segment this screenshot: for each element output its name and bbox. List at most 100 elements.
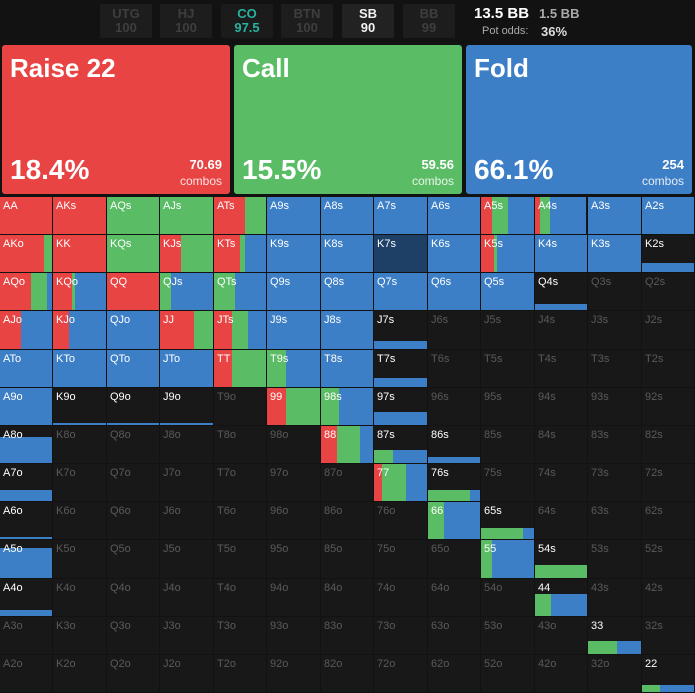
hand-cell-JTo[interactable]: JTo [160, 350, 213, 387]
hand-cell-A9s[interactable]: A9s [267, 197, 320, 234]
hand-cell-Q5s[interactable]: Q5s [481, 273, 534, 310]
hand-cell-66[interactable]: 66 [428, 502, 480, 539]
hand-cell-93s[interactable]: 93s [588, 388, 641, 425]
hand-cell-84o[interactable]: 84o [321, 579, 373, 616]
hand-cell-KTs[interactable]: KTs [214, 235, 266, 272]
hand-cell-K6s[interactable]: K6s [428, 235, 480, 272]
hand-cell-TT[interactable]: TT [214, 350, 266, 387]
hand-cell-K5o[interactable]: K5o [53, 540, 106, 578]
hand-cell-K3s[interactable]: K3s [588, 235, 641, 272]
hand-cell-T5o[interactable]: T5o [214, 540, 266, 578]
hand-cell-73o[interactable]: 73o [374, 617, 427, 654]
hand-cell-T3s[interactable]: T3s [588, 350, 641, 387]
hand-cell-98s[interactable]: 98s [321, 388, 373, 425]
hand-cell-43o[interactable]: 43o [535, 617, 587, 654]
hand-cell-96o[interactable]: 96o [267, 502, 320, 539]
hand-cell-77[interactable]: 77 [374, 464, 427, 501]
hand-cell-J9s[interactable]: J9s [267, 311, 320, 349]
hand-cell-86s[interactable]: 86s [428, 426, 480, 463]
hand-cell-43s[interactable]: 43s [588, 579, 641, 616]
hand-cell-T3o[interactable]: T3o [214, 617, 266, 654]
hand-cell-KTo[interactable]: KTo [53, 350, 106, 387]
hand-cell-QTs[interactable]: QTs [214, 273, 266, 310]
hand-cell-Q3s[interactable]: Q3s [588, 273, 641, 310]
hand-cell-A5s[interactable]: A5s [481, 197, 534, 234]
hand-cell-22[interactable]: 22 [642, 655, 694, 692]
hand-cell-Q3o[interactable]: Q3o [107, 617, 159, 654]
hand-cell-J7o[interactable]: J7o [160, 464, 213, 501]
hand-cell-KJo[interactable]: KJo [53, 311, 106, 349]
hand-cell-T4s[interactable]: T4s [535, 350, 587, 387]
hand-cell-Q4o[interactable]: Q4o [107, 579, 159, 616]
hand-cell-42s[interactable]: 42s [642, 579, 694, 616]
hand-cell-92o[interactable]: 92o [267, 655, 320, 692]
hand-cell-64s[interactable]: 64s [535, 502, 587, 539]
hand-cell-75o[interactable]: 75o [374, 540, 427, 578]
hand-cell-A6s[interactable]: A6s [428, 197, 480, 234]
hand-cell-K8o[interactable]: K8o [53, 426, 106, 463]
hand-cell-K9s[interactable]: K9s [267, 235, 320, 272]
hand-cell-Q2s[interactable]: Q2s [642, 273, 694, 310]
hand-cell-83s[interactable]: 83s [588, 426, 641, 463]
hand-cell-AQs[interactable]: AQs [107, 197, 159, 234]
hand-cell-53o[interactable]: 53o [481, 617, 534, 654]
hand-cell-AJo[interactable]: AJo [0, 311, 52, 349]
hand-cell-97s[interactable]: 97s [374, 388, 427, 425]
hand-cell-J9o[interactable]: J9o [160, 388, 213, 425]
hand-cell-J8o[interactable]: J8o [160, 426, 213, 463]
position-bb[interactable]: BB 99 [403, 4, 455, 38]
hand-cell-J3o[interactable]: J3o [160, 617, 213, 654]
hand-cell-K2s[interactable]: K2s [642, 235, 694, 272]
hand-cell-52o[interactable]: 52o [481, 655, 534, 692]
hand-cell-K8s[interactable]: K8s [321, 235, 373, 272]
hand-cell-KQs[interactable]: KQs [107, 235, 159, 272]
hand-cell-Q5o[interactable]: Q5o [107, 540, 159, 578]
hand-cell-88[interactable]: 88 [321, 426, 373, 463]
hand-cell-98o[interactable]: 98o [267, 426, 320, 463]
hand-cell-83o[interactable]: 83o [321, 617, 373, 654]
hand-cell-Q8s[interactable]: Q8s [321, 273, 373, 310]
hand-cell-Q4s[interactable]: Q4s [535, 273, 587, 310]
position-utg[interactable]: UTG 100 [100, 4, 152, 38]
hand-cell-K2o[interactable]: K2o [53, 655, 106, 692]
hand-cell-A4o[interactable]: A4o [0, 579, 52, 616]
hand-cell-85o[interactable]: 85o [321, 540, 373, 578]
hand-cell-62s[interactable]: 62s [642, 502, 694, 539]
hand-cell-AQo[interactable]: AQo [0, 273, 52, 310]
hand-cell-76s[interactable]: 76s [428, 464, 480, 501]
hand-cell-AKo[interactable]: AKo [0, 235, 52, 272]
hand-cell-87s[interactable]: 87s [374, 426, 427, 463]
hand-cell-K7o[interactable]: K7o [53, 464, 106, 501]
hand-cell-76o[interactable]: 76o [374, 502, 427, 539]
hand-cell-65o[interactable]: 65o [428, 540, 480, 578]
hand-cell-KJs[interactable]: KJs [160, 235, 213, 272]
action-raise[interactable]: Raise 22 18.4% 70.69 combos [2, 45, 230, 194]
hand-cell-JJ[interactable]: JJ [160, 311, 213, 349]
hand-cell-Q2o[interactable]: Q2o [107, 655, 159, 692]
hand-cell-J7s[interactable]: J7s [374, 311, 427, 349]
hand-cell-J2s[interactable]: J2s [642, 311, 694, 349]
hand-cell-A3s[interactable]: A3s [588, 197, 641, 234]
position-btn[interactable]: BTN 100 [281, 4, 333, 38]
hand-cell-T2o[interactable]: T2o [214, 655, 266, 692]
hand-cell-T8o[interactable]: T8o [214, 426, 266, 463]
hand-cell-K5s[interactable]: K5s [481, 235, 534, 272]
hand-cell-72o[interactable]: 72o [374, 655, 427, 692]
hand-cell-84s[interactable]: 84s [535, 426, 587, 463]
hand-cell-75s[interactable]: 75s [481, 464, 534, 501]
hand-cell-T9o[interactable]: T9o [214, 388, 266, 425]
hand-cell-Q7s[interactable]: Q7s [374, 273, 427, 310]
hand-cell-K9o[interactable]: K9o [53, 388, 106, 425]
hand-cell-74s[interactable]: 74s [535, 464, 587, 501]
hand-cell-54s[interactable]: 54s [535, 540, 587, 578]
hand-cell-87o[interactable]: 87o [321, 464, 373, 501]
hand-cell-J8s[interactable]: J8s [321, 311, 373, 349]
hand-cell-A8o[interactable]: A8o [0, 426, 52, 463]
hand-cell-54o[interactable]: 54o [481, 579, 534, 616]
hand-cell-55[interactable]: 55 [481, 540, 534, 578]
hand-cell-K6o[interactable]: K6o [53, 502, 106, 539]
hand-cell-63s[interactable]: 63s [588, 502, 641, 539]
hand-cell-J6o[interactable]: J6o [160, 502, 213, 539]
hand-cell-53s[interactable]: 53s [588, 540, 641, 578]
hand-cell-A2o[interactable]: A2o [0, 655, 52, 692]
